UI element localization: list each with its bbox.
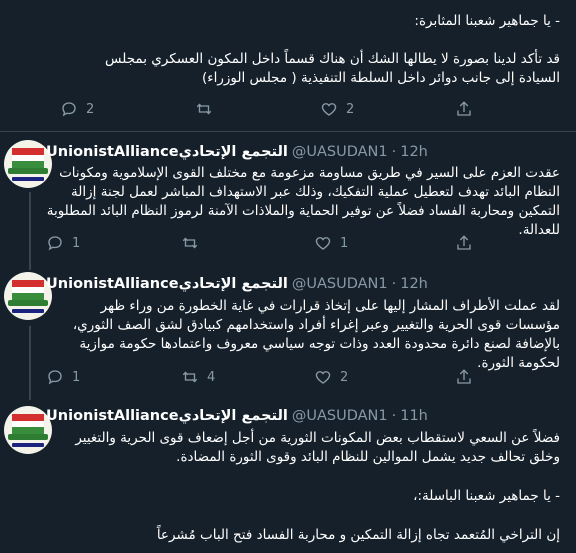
tweet-1[interactable]: UnionistAllianceالتجمع الإتحادي @UASUDAN… [0,132,576,264]
reply-icon [62,102,76,117]
tweet-text: - يا جماهير شعبنا الباسلة:، [413,488,560,504]
share-button[interactable] [455,231,473,255]
heart-icon [315,237,331,250]
reply-icon [48,236,62,251]
tweet-header: UnionistAllianceالتجمع الإتحادي @UASUDAN… [46,408,428,424]
avatar[interactable] [4,272,52,320]
display-name[interactable]: UnionistAllianceالتجمع الإتحادي [46,144,288,160]
tweet-0[interactable]: - يا جماهير شعبنا المثابرة: قد تأكد لدين… [0,0,576,130]
share-icon [457,235,471,250]
retweet-icon [196,103,212,115]
handle[interactable]: @UASUDAN1 [292,144,388,160]
like-count: 2 [340,369,349,385]
tweet-text: إن التراخي المُتعمد تجاه إزالة التمكين و… [156,527,560,543]
share-icon [457,101,471,116]
reply-icon [48,370,62,385]
retweet-button[interactable]: 4 [181,365,215,389]
avatar[interactable] [4,140,52,188]
reply-button[interactable]: 2 [60,97,94,121]
reply-count: 1 [72,369,81,385]
timestamp[interactable]: 12h [400,144,428,160]
reply-count: 2 [86,101,95,117]
like-button[interactable]: 2 [314,365,348,389]
retweet-icon [182,237,198,249]
handle[interactable]: @UASUDAN1 [292,408,388,424]
tweet-text: عقدت العزم على السير في طريق مساومة مزعو… [46,165,560,238]
heart-icon [321,103,337,116]
tweet-text-line: - يا جماهير شعبنا المثابرة: [414,13,560,29]
like-count: 1 [340,235,349,251]
tweet-2[interactable]: UnionistAllianceالتجمع الإتحادي @UASUDAN… [0,264,576,398]
flag-icon [12,414,44,434]
share-icon [457,369,471,384]
tweet-text: لقد عملت الأطراف المشار إليها على إتخاذ … [72,298,560,371]
timestamp[interactable]: 12h [400,276,428,292]
reply-button[interactable]: 1 [46,365,80,389]
display-name[interactable]: UnionistAllianceالتجمع الإتحادي [46,276,288,292]
heart-icon [315,371,331,384]
reply-count: 1 [72,235,81,251]
like-button[interactable]: 1 [314,231,348,255]
tweet-actions: 1 4 2 [46,365,526,389]
retweet-button[interactable] [195,97,213,121]
reply-button[interactable]: 1 [46,231,80,255]
share-button[interactable] [455,97,473,121]
flag-icon [12,280,44,300]
retweet-count: 4 [207,369,216,385]
tweet-actions: 2 2 [60,97,540,121]
tweet-text: قد تأكد لدينا بصورة لا يطالها الشك أن هن… [105,51,560,86]
display-name[interactable]: UnionistAllianceالتجمع الإتحادي [46,408,288,424]
retweet-button[interactable] [181,231,199,255]
tweet-header: UnionistAllianceالتجمع الإتحادي @UASUDAN… [46,144,428,160]
handle[interactable]: @UASUDAN1 [292,276,388,292]
share-button[interactable] [455,365,473,389]
tweet-text: فضلاً عن السعي لاستقطاب بعض المكونات الث… [75,430,560,465]
tweet-3[interactable]: UnionistAllianceالتجمع الإتحادي @UASUDAN… [0,398,576,553]
timestamp[interactable]: 11h [400,408,428,424]
retweet-icon [182,371,198,383]
tweet-actions: 1 1 [46,231,526,255]
tweet-header: UnionistAllianceالتجمع الإتحادي @UASUDAN… [46,276,428,292]
flag-icon [12,148,44,168]
avatar[interactable] [4,406,52,454]
like-count: 2 [346,101,355,117]
like-button[interactable]: 2 [320,97,354,121]
